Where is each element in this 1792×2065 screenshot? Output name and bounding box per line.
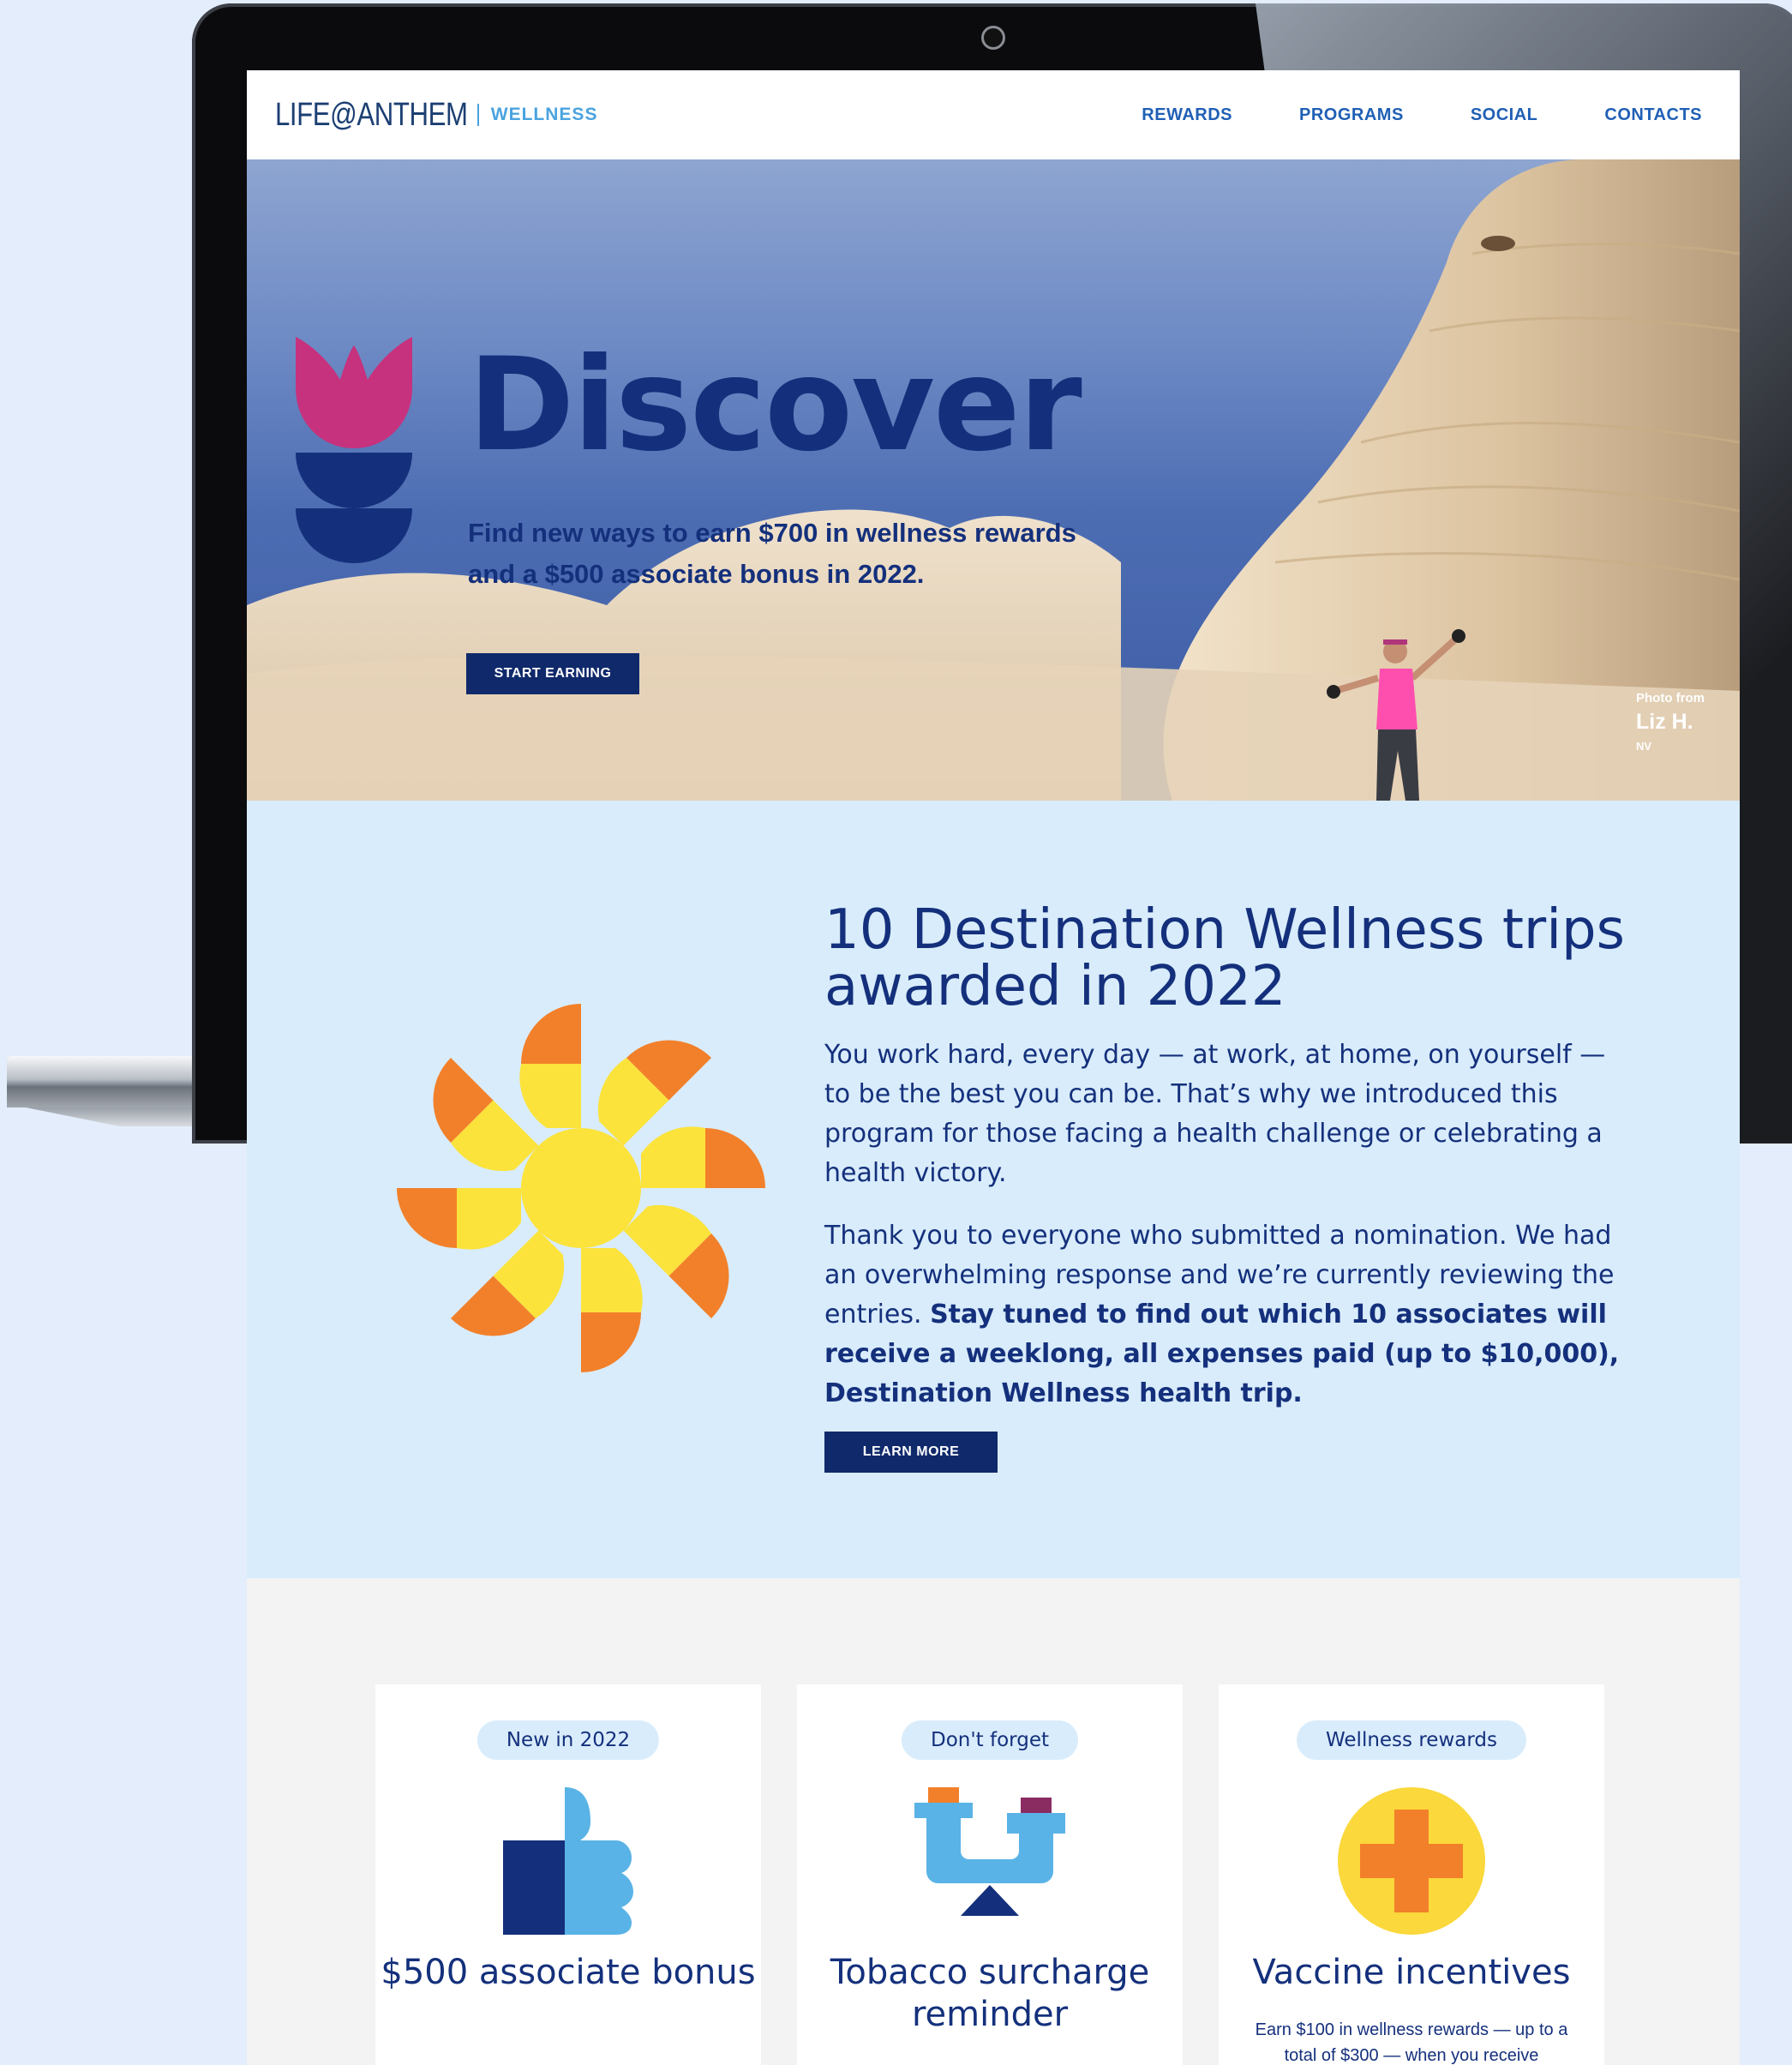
- sun-petal: [581, 1248, 643, 1372]
- nav-link-contacts[interactable]: CONTACTS: [1604, 105, 1702, 125]
- destination-wellness-section: 10 Destination Wellness trips awarded in…: [247, 801, 1740, 1578]
- sun-petal: [519, 1004, 581, 1128]
- sun-petal: [450, 1230, 565, 1336]
- card-title: Tobacco surcharge reminder: [830, 1953, 1150, 2034]
- destination-paragraph-1: You work hard, every day — at work, at h…: [824, 1040, 1606, 1188]
- sun-petal: [433, 1057, 539, 1172]
- destination-paragraph-2-bold: Stay tuned to find out which 10 associat…: [824, 1300, 1620, 1408]
- photo-credit-location: NV: [1636, 740, 1652, 753]
- card-tag: Don't forget: [902, 1720, 1078, 1760]
- thumbs-up-icon: [503, 1787, 633, 1935]
- balance-scale-icon: [914, 1787, 1065, 1916]
- medical-cross-icon: [1338, 1787, 1485, 1935]
- sun-petal: [641, 1126, 765, 1188]
- destination-title: 10 Destination Wellness trips awarded in…: [824, 898, 1625, 1018]
- webcam-icon: [981, 26, 1005, 50]
- laptop-screen: LIFE@ANTHEM WELLNESS REWARDS PROGRAMS SO…: [247, 70, 1740, 2065]
- sun-petal: [397, 1188, 521, 1250]
- card-tobacco-surcharge[interactable]: Don't forget Tobacco surcharge reminder: [797, 1684, 1183, 2065]
- photo-credit: Photo from Liz H. NV: [1636, 691, 1705, 753]
- destination-paragraph-2: Thank you to everyone who submitted a no…: [824, 1216, 1621, 1414]
- sun-petal: [623, 1204, 729, 1319]
- top-nav: LIFE@ANTHEM WELLNESS REWARDS PROGRAMS SO…: [247, 70, 1740, 159]
- nav-link-social[interactable]: SOCIAL: [1471, 105, 1538, 125]
- card-title: $500 associate bonus: [381, 1953, 756, 1992]
- card-vaccine-incentives[interactable]: Wellness rewards Vaccine incentives Earn…: [1219, 1684, 1604, 2065]
- card-body: Earn $100 in wellness rewards — up to a …: [1255, 2020, 1568, 2065]
- hero-title: Discover: [468, 331, 1082, 480]
- hero-background-photo: [247, 159, 1740, 801]
- card-tag: New in 2022: [476, 1720, 660, 1760]
- site-logo[interactable]: LIFE@ANTHEM WELLNESS: [275, 97, 597, 134]
- hero-banner: Discover Find new ways to earn $700 in w…: [247, 159, 1740, 801]
- photo-credit-label: Photo from: [1636, 691, 1705, 705]
- nav-link-programs[interactable]: PROGRAMS: [1299, 105, 1404, 125]
- card-tag: Wellness rewards: [1297, 1720, 1526, 1760]
- feature-cards-section: New in 2022 $500 associate bonus Don't f…: [247, 1578, 1740, 2065]
- sun-icon: [397, 1004, 765, 1372]
- nav-link-rewards[interactable]: REWARDS: [1142, 105, 1232, 125]
- start-earning-button[interactable]: START EARNING: [466, 653, 639, 694]
- logo-divider: [476, 104, 479, 126]
- card-associate-bonus[interactable]: New in 2022 $500 associate bonus: [375, 1684, 761, 2065]
- photo-credit-name: Liz H.: [1636, 710, 1693, 734]
- logo-wordmark: LIFE@ANTHEM: [275, 96, 468, 133]
- nav-links: REWARDS PROGRAMS SOCIAL CONTACTS: [1142, 105, 1702, 125]
- card-title: Vaccine incentives: [1252, 1953, 1571, 1992]
- tulip-logo-icon: [296, 337, 412, 563]
- hero-subtitle: Find new ways to earn $700 in wellness r…: [468, 518, 1076, 589]
- learn-more-button[interactable]: LEARN MORE: [824, 1432, 998, 1473]
- logo-subtitle: WELLNESS: [490, 105, 598, 124]
- sun-petal: [597, 1040, 712, 1146]
